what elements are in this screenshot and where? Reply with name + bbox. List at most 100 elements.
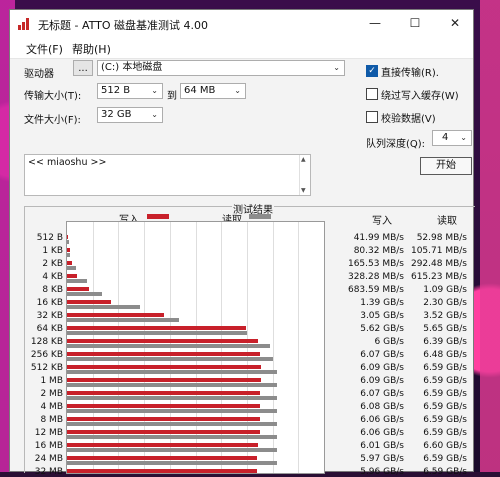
write-bar [67,430,260,434]
write-bar [67,339,258,343]
queue-depth-value: 4 [442,132,449,143]
chevron-down-icon: ⌄ [333,63,340,72]
maximize-button[interactable]: ☐ [395,10,435,38]
file-size-value: 32 GB [101,109,132,120]
verify-checkbox[interactable] [366,111,378,123]
results-panel: 测试结果 写入 读取 写入 读取 512 B41.99 MB/s52.98 MB… [24,201,475,477]
read-bar [67,357,274,361]
row-write-value: 41.99 MB/s [353,233,404,243]
row-read-value: 6.48 GB/s [423,350,467,360]
menu-help[interactable]: 帮助(H) [72,41,111,57]
row-read-value: 3.52 GB/s [423,311,467,321]
close-button[interactable]: ✕ [435,10,475,38]
transfer-to-value: 64 MB [184,85,216,96]
row-read-value: 615.23 MB/s [410,272,467,282]
row-size-label: 1 MB [40,376,63,386]
drive-label: 驱动器 [24,69,54,80]
read-bar [67,448,277,452]
queue-depth-label: 队列深度(Q): [366,139,426,150]
row-size-label: 8 MB [40,415,63,425]
read-bar [67,240,69,244]
row-read-value: 6.59 GB/s [423,402,467,412]
row-size-label: 512 KB [30,363,63,373]
row-size-label: 32 MB [34,467,63,477]
row-size-label: 2 KB [42,259,63,269]
transfer-size-label: 传输大小(T): [24,91,82,102]
queue-depth-select[interactable]: 4 ⌄ [432,130,472,146]
row-read-value: 6.60 GB/s [423,441,467,451]
row-read-value: 6.59 GB/s [423,467,467,477]
title-bar[interactable]: 无标题 - ATTO 磁盘基准测试 4.00 — ☐ ✕ [10,10,473,38]
browse-button[interactable]: ... [73,60,93,76]
row-size-label: 2 MB [40,389,63,399]
row-write-value: 80.32 MB/s [353,246,404,256]
row-size-label: 1 KB [42,246,63,256]
row-write-value: 6.06 GB/s [360,415,404,425]
drive-select-value: (C:) 本地磁盘 [101,62,163,73]
read-bar [67,331,247,335]
row-size-label: 12 MB [34,428,63,438]
row-read-value: 6.59 GB/s [423,454,467,464]
read-bar [67,435,277,439]
write-bar [67,235,69,239]
row-size-label: 128 KB [30,337,63,347]
write-bar [67,287,89,291]
chevron-down-icon: ⌄ [460,133,467,142]
chevron-down-icon: ⌄ [151,110,158,119]
scroll-up-icon: ▲ [301,156,306,163]
row-write-value: 6.08 GB/s [360,402,404,412]
row-write-value: 6.06 GB/s [360,428,404,438]
read-bar [67,292,102,296]
transfer-from-select[interactable]: 512 B ⌄ [97,83,163,99]
read-bar [67,279,87,283]
bypass-cache-checkbox[interactable] [366,88,378,100]
write-bar [67,352,261,356]
write-bar [67,378,261,382]
row-size-label: 32 KB [36,311,63,321]
minimize-button[interactable]: — [355,10,395,38]
file-size-label: 文件大小(F): [24,115,81,126]
row-read-value: 6.59 GB/s [423,415,467,425]
row-write-value: 5.96 GB/s [360,467,404,477]
write-bar [67,443,259,447]
description-scrollbar[interactable]: ▲ ▼ [299,155,310,195]
row-read-value: 1.09 GB/s [423,285,467,295]
write-bar [67,456,257,460]
transfer-to-select[interactable]: 64 MB ⌄ [180,83,246,99]
row-write-value: 5.62 GB/s [360,324,404,334]
row-size-label: 16 KB [36,298,63,308]
write-bar [67,313,165,317]
menu-file[interactable]: 文件(F) [26,41,63,57]
row-write-value: 6.07 GB/s [360,350,404,360]
read-bar [67,422,277,426]
direct-io-label: 直接传输(R). [381,68,439,79]
verify-label: 校验数据(V) [381,114,436,125]
start-button[interactable]: 开始 [420,157,472,175]
read-bar [67,370,277,374]
drive-select[interactable]: (C:) 本地磁盘 ⌄ [97,60,345,76]
read-bar [67,409,277,413]
row-write-value: 6.09 GB/s [360,376,404,386]
row-read-value: 52.98 MB/s [416,233,467,243]
to-label: 到 [167,91,177,102]
row-size-label: 256 KB [30,350,63,360]
read-bar [67,305,141,309]
row-size-label: 4 MB [40,402,63,412]
row-write-value: 6 GB/s [374,337,404,347]
row-size-label: 8 KB [42,285,63,295]
legend-write-swatch [147,214,169,219]
read-bar [67,383,277,387]
file-size-select[interactable]: 32 GB ⌄ [97,107,163,123]
row-write-value: 6.09 GB/s [360,363,404,373]
description-box[interactable]: << miaoshu >> ▲ ▼ [24,154,311,196]
window-title: 无标题 - ATTO 磁盘基准测试 4.00 [38,19,209,32]
row-write-value: 683.59 MB/s [347,285,404,295]
scroll-down-icon: ▼ [301,187,306,194]
direct-io-checkbox[interactable]: ✓ [366,65,378,77]
read-bar [67,266,77,270]
row-size-label: 512 B [36,233,63,243]
write-bar [67,300,112,304]
row-write-value: 328.28 MB/s [347,272,404,282]
row-read-value: 6.39 GB/s [423,337,467,347]
row-read-value: 2.30 GB/s [423,298,467,308]
